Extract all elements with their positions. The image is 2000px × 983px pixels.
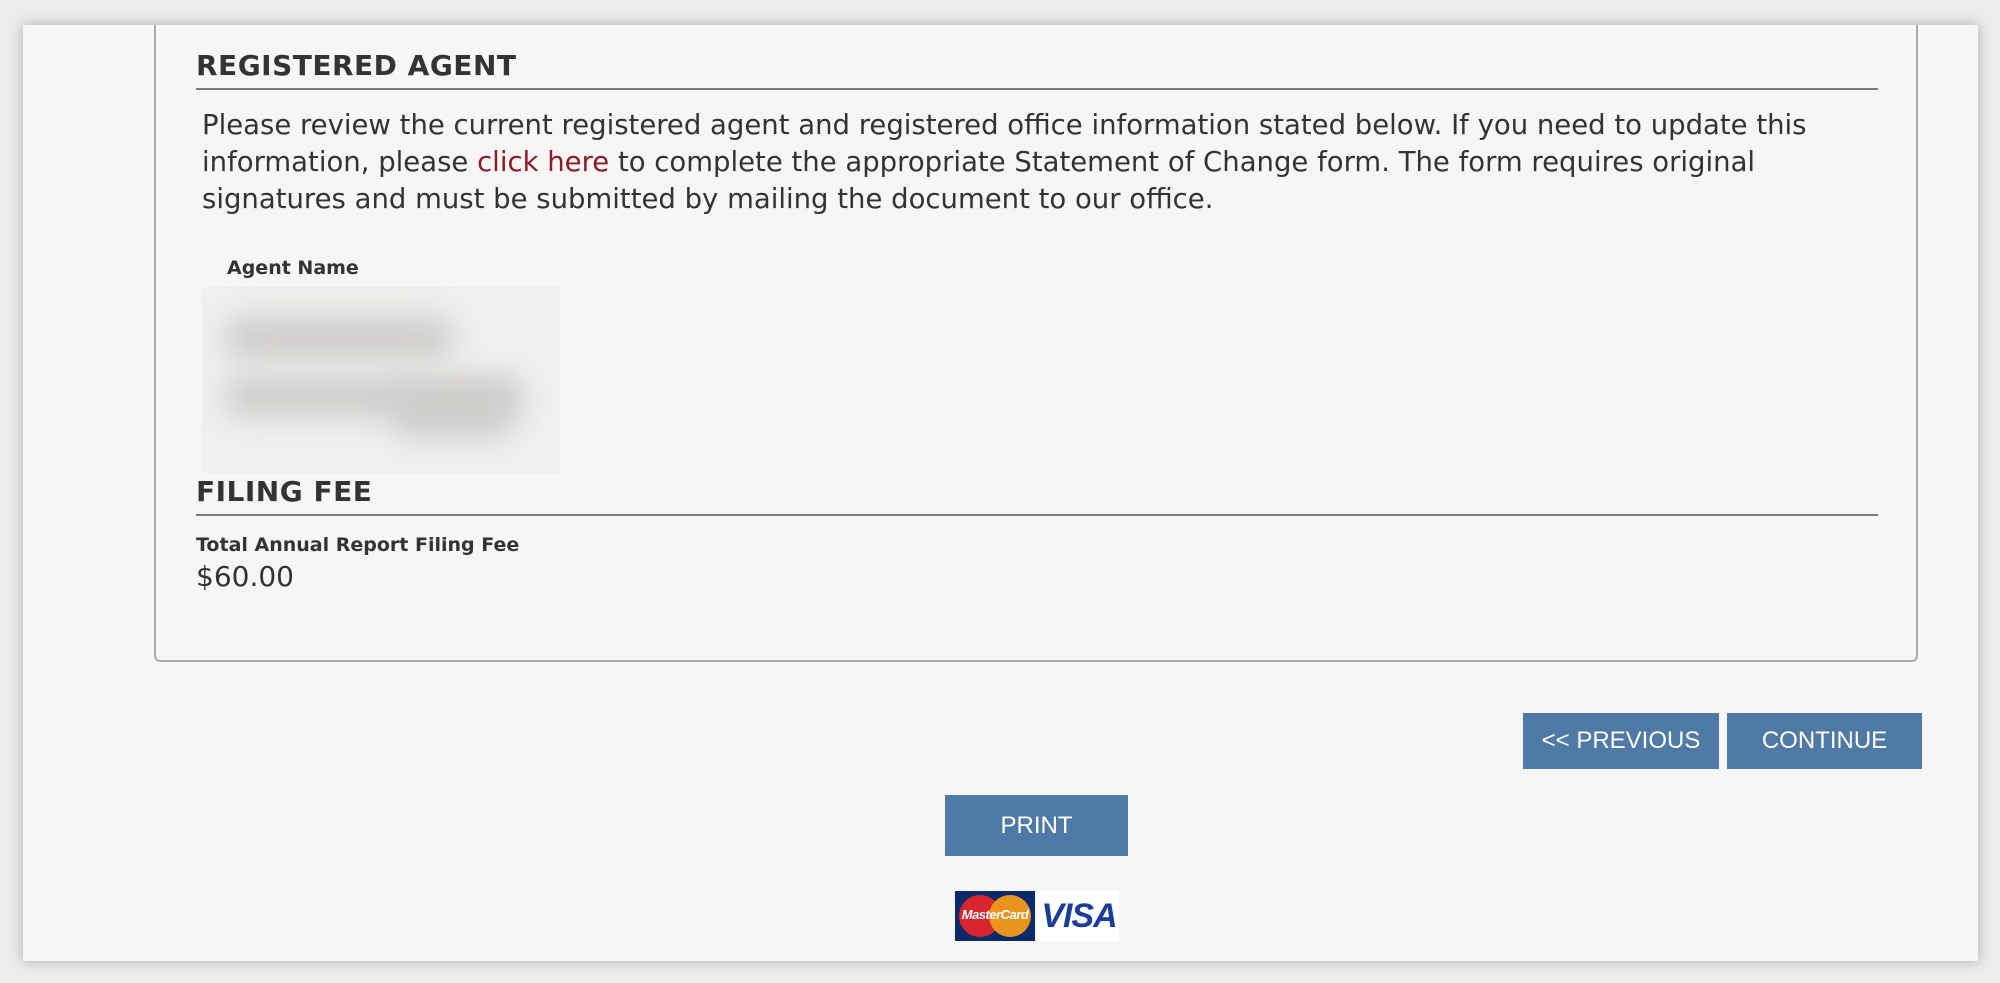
agent-name-redacted [202,287,560,473]
statement-of-change-link[interactable]: click here [477,146,609,178]
agent-name-label: Agent Name [227,257,359,279]
registered-agent-intro: Please review the current registered age… [202,107,1882,218]
payment-logos: MasterCard VISA [955,891,1119,941]
visa-logo: VISA [1039,891,1119,941]
registered-agent-heading: REGISTERED AGENT [196,49,1878,90]
total-fee-value: $60.00 [196,560,294,593]
print-button[interactable]: PRINT [945,795,1128,856]
total-fee-label: Total Annual Report Filing Fee [196,534,520,556]
continue-button[interactable]: CONTINUE [1727,713,1922,769]
previous-button[interactable]: << PREVIOUS [1523,713,1719,769]
mastercard-logo: MasterCard [955,891,1035,941]
annual-report-panel: REGISTERED AGENT Please review the curre… [154,25,1918,662]
mastercard-text: MasterCard [961,907,1029,922]
page-frame: REGISTERED AGENT Please review the curre… [23,25,1978,961]
filing-fee-heading: FILING FEE [196,475,1878,516]
